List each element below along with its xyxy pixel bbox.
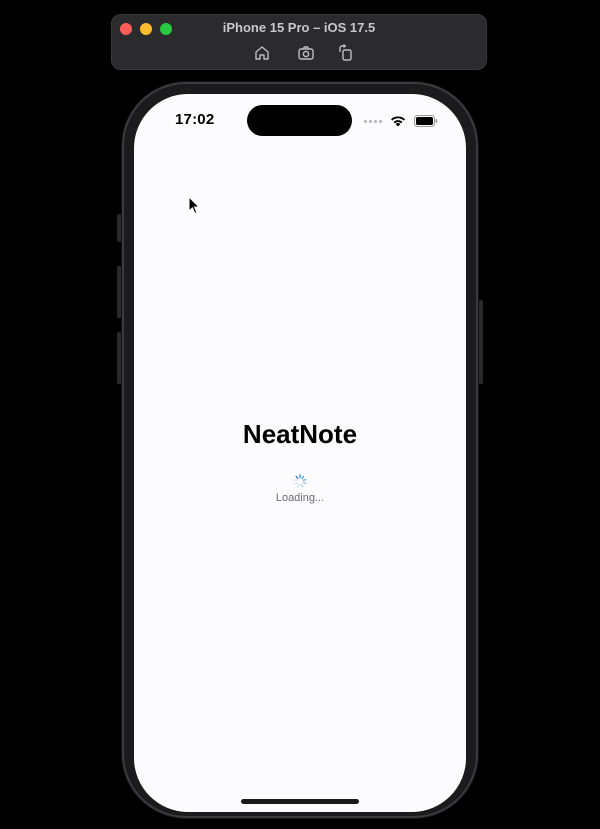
side-power-button[interactable] <box>478 300 483 384</box>
battery-icon <box>414 115 438 127</box>
rotate-icon <box>339 44 352 61</box>
simulator-titlebar: iPhone 15 Pro – iOS 17.5 <box>111 14 487 70</box>
simulator-title: iPhone 15 Pro – iOS 17.5 <box>222 20 376 35</box>
loading-label: Loading... <box>275 492 325 504</box>
wifi-icon <box>390 115 406 127</box>
activity-spinner-icon <box>293 474 307 488</box>
home-icon <box>255 46 269 60</box>
app-title: NeatNote <box>242 419 358 449</box>
page: iPhone 15 Pro – iOS 17.5 17:02 NeatNote … <box>0 0 600 829</box>
camera-icon <box>298 46 314 60</box>
simulator-toolbar <box>111 44 487 62</box>
cellular-signal-icon <box>364 119 382 123</box>
home-indicator[interactable] <box>241 799 359 804</box>
rotate-button[interactable] <box>337 44 355 62</box>
screenshot-button[interactable] <box>297 44 315 62</box>
mouse-cursor-icon <box>188 196 200 215</box>
home-button[interactable] <box>253 44 271 62</box>
dynamic-island <box>247 105 352 136</box>
phone-screen: 17:02 NeatNote Loading... <box>134 94 466 812</box>
status-time: 17:02 <box>175 111 215 128</box>
status-indicators <box>364 114 438 128</box>
